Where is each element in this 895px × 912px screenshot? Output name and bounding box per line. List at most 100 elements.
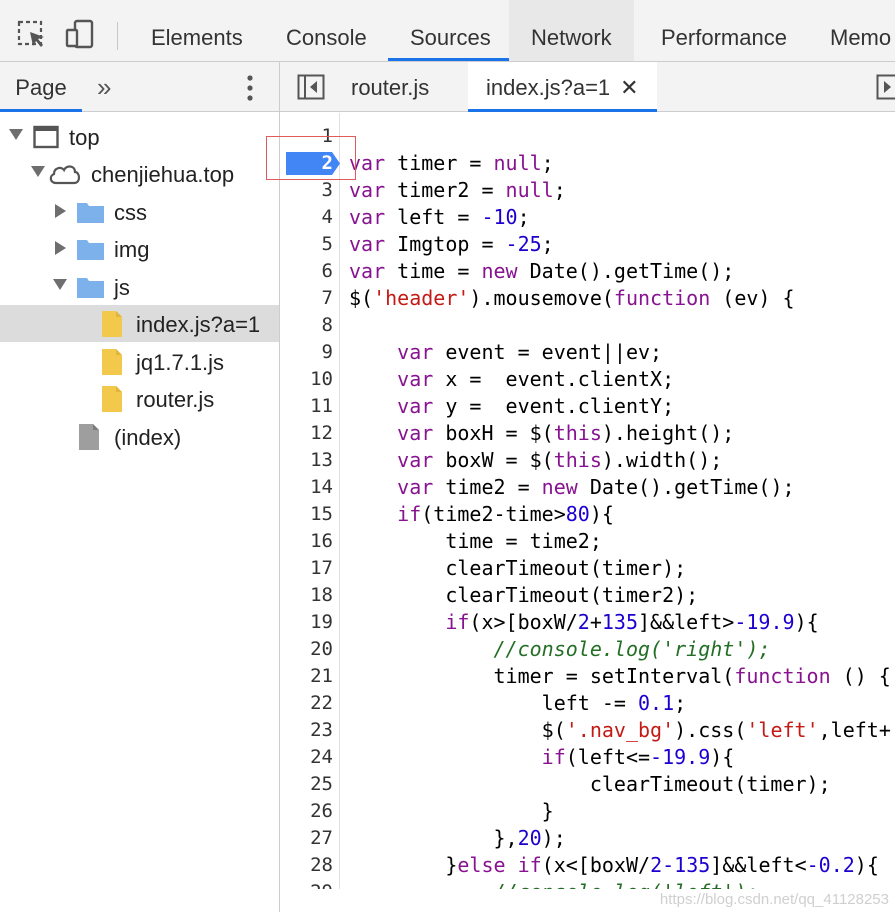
more-tabs-icon[interactable]: » <box>97 62 111 112</box>
line-number[interactable]: 10 <box>280 366 333 393</box>
code-line: var timer2 = null; <box>349 178 566 202</box>
tree-item-index[interactable]: (index) <box>0 418 279 455</box>
tree-item-label: js <box>114 275 130 300</box>
expand-arrow-icon[interactable] <box>53 279 67 290</box>
code-line: var timer = null; <box>349 151 554 175</box>
device-toggle-icon[interactable] <box>64 18 96 50</box>
line-number[interactable]: 8 <box>280 312 333 339</box>
tab-network[interactable]: Network <box>509 0 634 61</box>
line-number[interactable]: 19 <box>280 609 333 636</box>
line-number[interactable]: 5 <box>280 231 333 258</box>
line-number[interactable]: 7 <box>280 285 333 312</box>
toolbar-separator <box>117 22 118 50</box>
toggle-navigator-icon[interactable] <box>297 74 325 100</box>
tree-item-label: css <box>114 200 147 225</box>
document-icon <box>79 424 99 450</box>
tree-item-top[interactable]: top <box>0 118 279 155</box>
close-icon[interactable]: ✕ <box>620 62 638 114</box>
line-number[interactable]: 18 <box>280 582 333 609</box>
code-line: if(x>[boxW/2+135]&&left>-19.9){ <box>445 610 819 634</box>
tab-page[interactable]: Page <box>0 62 82 112</box>
line-number[interactable]: 15 <box>280 501 333 528</box>
code-area[interactable]: 1 2 3 4 5 6 7 8 9 10 11 12 13 14 15 16 17 18 19 20 21 22 23 24 2… <box>280 113 895 889</box>
folder-icon <box>77 278 104 298</box>
line-number[interactable]: 16 <box>280 528 333 555</box>
frame-icon <box>33 125 59 149</box>
line-number[interactable]: 26 <box>280 798 333 825</box>
tab-elements[interactable]: Elements <box>151 0 243 61</box>
code-line: //console.log('left'); <box>349 879 758 889</box>
toggle-debugger-icon[interactable] <box>876 74 895 100</box>
code-line: clearTimeout(timer); <box>349 772 831 796</box>
code-line: timer = setInterval(function () { <box>349 664 891 688</box>
tree-item-label: router.js <box>136 387 215 412</box>
folder-icon <box>77 240 104 260</box>
navigator-header: Page » <box>0 62 279 112</box>
code-line: var time2 = new Date().getTime(); <box>397 475 795 499</box>
file-icon <box>102 311 122 337</box>
code-line: $('header').mousemove(function (ev) { <box>349 286 795 310</box>
line-number[interactable]: 25 <box>280 771 333 798</box>
tab-memory[interactable]: Memo <box>830 0 891 61</box>
code-line: clearTimeout(timer2); <box>349 583 699 607</box>
tab-sources[interactable]: Sources <box>388 0 513 61</box>
more-options-icon[interactable] <box>240 73 260 103</box>
tree-item-label: top <box>69 125 100 150</box>
code-line: var x = event.clientX; <box>397 367 675 391</box>
expand-arrow-icon[interactable] <box>55 204 66 218</box>
line-number[interactable]: 13 <box>280 447 333 474</box>
tree-item-js[interactable]: js <box>0 268 279 305</box>
line-number[interactable]: 20 <box>280 636 333 663</box>
code-line: left -= 0.1; <box>349 691 687 715</box>
tree-item-css[interactable]: css <box>0 193 279 230</box>
tree-item-jquery[interactable]: jq1.7.1.js <box>0 343 279 380</box>
line-number[interactable]: 3 <box>280 177 333 204</box>
tree-item-label: index.js?a=1 <box>136 312 261 337</box>
tab-performance[interactable]: Performance <box>661 0 787 61</box>
expand-arrow-icon[interactable] <box>31 166 45 177</box>
line-number[interactable]: 21 <box>280 663 333 690</box>
expand-arrow-icon[interactable] <box>55 241 66 255</box>
line-number[interactable]: 12 <box>280 420 333 447</box>
line-number[interactable]: 24 <box>280 744 333 771</box>
line-number[interactable]: 11 <box>280 393 333 420</box>
line-number[interactable]: 14 <box>280 474 333 501</box>
tree-item-router[interactable]: router.js <box>0 380 279 417</box>
line-number[interactable]: 6 <box>280 258 333 285</box>
code-line: var Imgtop = -25; <box>349 232 554 256</box>
tree-item-label: img <box>114 237 150 262</box>
code-line: var event = event||ev; <box>397 340 663 364</box>
navigator-pane: Page » top chenjiehua.top css img js ind… <box>0 62 280 912</box>
tab-console[interactable]: Console <box>286 0 367 61</box>
inspect-element-icon[interactable] <box>16 18 48 50</box>
file-tab-index[interactable]: index.js?a=1 ✕ <box>468 62 657 112</box>
editor-tabstrip: router.js index.js?a=1 ✕ <box>280 62 895 112</box>
tree-item-domain[interactable]: chenjiehua.top <box>0 155 279 192</box>
line-number-gutter[interactable]: 1 2 3 4 5 6 7 8 9 10 11 12 13 14 15 16 17 18 19 20 21 22 23 24 2… <box>280 113 340 889</box>
line-number[interactable]: 28 <box>280 852 333 879</box>
code-line: if(left<=-19.9){ <box>541 745 735 769</box>
tree-item-img[interactable]: img <box>0 230 279 267</box>
line-number[interactable]: 22 <box>280 690 333 717</box>
watermark: https://blog.csdn.net/qq_41128253 <box>659 891 889 908</box>
file-tab-router[interactable]: router.js <box>351 62 429 112</box>
code-line: clearTimeout(timer); <box>349 556 687 580</box>
line-number[interactable]: 17 <box>280 555 333 582</box>
code-line: $('.nav_bg').css('left',left+ <box>349 718 891 742</box>
code-line: var y = event.clientY; <box>397 394 675 418</box>
code-line: var time = new Date().getTime(); <box>349 259 735 283</box>
code-line: } <box>349 799 554 823</box>
file-tab-label: index.js?a=1 <box>486 75 611 100</box>
line-number[interactable]: 27 <box>280 825 333 852</box>
cloud-icon <box>49 165 81 185</box>
line-number[interactable]: 4 <box>280 204 333 231</box>
expand-arrow-icon[interactable] <box>9 129 23 140</box>
tree-item-label: (index) <box>114 425 182 450</box>
line-number[interactable]: 9 <box>280 339 333 366</box>
line-number[interactable]: 23 <box>280 717 333 744</box>
line-number[interactable]: 29 <box>280 879 333 889</box>
tree-item-index-js[interactable]: index.js?a=1 <box>0 305 279 342</box>
tree-item-label: chenjiehua.top <box>91 162 235 187</box>
code-line: }else if(x<[boxW/2-135]&&left<-0.2){ <box>349 853 879 877</box>
file-icon <box>102 349 122 375</box>
